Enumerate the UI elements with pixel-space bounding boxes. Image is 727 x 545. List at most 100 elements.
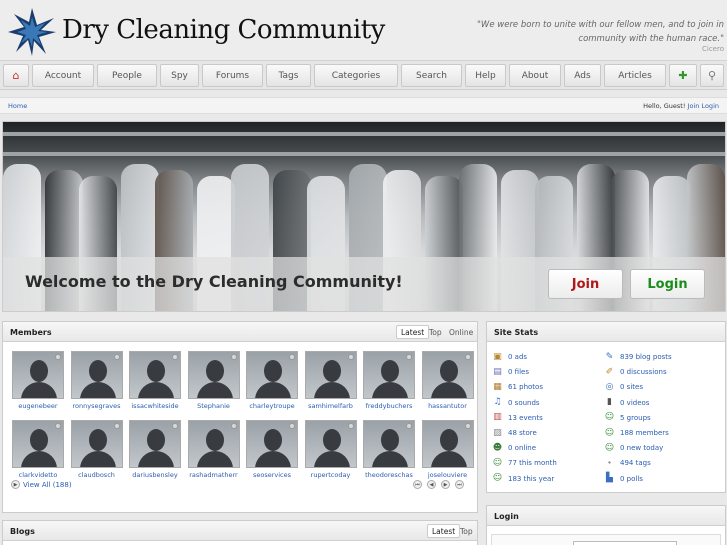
member-avatar[interactable] [246, 351, 298, 399]
member-name[interactable]: ronnysegraves [69, 402, 125, 410]
stat-online[interactable]: ☻ 0 online [492, 442, 536, 454]
stat-groups[interactable]: ☺ 5 groups [604, 412, 651, 424]
previous-page-icon[interactable]: ◀ [427, 480, 436, 489]
stat-this-year[interactable]: ☺ 183 this year [492, 473, 554, 485]
member-name[interactable]: joselouviere [420, 471, 476, 479]
nav-search[interactable]: Search [401, 64, 462, 87]
stat-events[interactable]: ▥ 13 events [492, 412, 543, 424]
hero-login-button[interactable]: Login [630, 269, 705, 299]
stat-polls[interactable]: ▙ 0 polls [604, 473, 643, 485]
next-page-icon[interactable]: ▶ [441, 480, 450, 489]
stat-store[interactable]: ▨ 48 store [492, 427, 537, 439]
member-avatar[interactable] [70, 351, 123, 399]
magnifier-icon[interactable]: ⚲ [700, 64, 724, 87]
view-all-label[interactable]: View All (188) [23, 481, 72, 489]
member-avatar[interactable] [304, 420, 357, 468]
members-tab-top[interactable]: Top [425, 325, 446, 339]
member-card[interactable]: theodoreschas [363, 420, 415, 480]
stat-label[interactable]: 839 blog posts [620, 353, 672, 361]
member-avatar[interactable] [363, 420, 415, 468]
stat-discussions[interactable]: ✐ 0 discussions [604, 366, 667, 378]
stat-label[interactable]: 61 photos [508, 383, 543, 391]
member-name[interactable]: issacwhiteside [127, 402, 183, 410]
member-card[interactable]: issacwhiteside [129, 351, 181, 411]
header-join-link[interactable]: Join [688, 102, 700, 110]
member-avatar[interactable] [70, 420, 123, 468]
member-name[interactable]: hassantutor [420, 402, 476, 410]
stat-label[interactable]: 0 videos [620, 399, 649, 407]
member-avatar[interactable] [421, 420, 474, 468]
stat-members[interactable]: ☺ 188 members [604, 427, 669, 439]
stat-files[interactable]: ▤ 0 files [492, 366, 529, 378]
member-card[interactable]: eugenebeer [12, 351, 64, 411]
stat-label[interactable]: 0 files [508, 368, 529, 376]
header-login-link[interactable]: Login [701, 102, 719, 110]
add-icon[interactable]: ✚ [669, 64, 697, 87]
stat-label[interactable]: 13 events [508, 414, 543, 422]
blogs-tab-top[interactable]: Top [456, 524, 477, 538]
nav-ads[interactable]: Ads [564, 64, 601, 87]
member-name[interactable]: theodoreschas [361, 471, 417, 479]
member-card[interactable]: clarkvidetto [12, 420, 64, 480]
member-avatar[interactable] [187, 351, 240, 399]
member-card[interactable]: charleytroupe [246, 351, 298, 411]
last-page-icon[interactable]: ⏭ [455, 480, 464, 489]
site-title[interactable]: Dry Cleaning Community [62, 15, 385, 45]
member-name[interactable]: claudbosch [69, 471, 125, 479]
member-name[interactable]: charleytroupe [244, 402, 300, 410]
member-card[interactable]: dariusbensley [129, 420, 181, 480]
view-all-members[interactable]: ▶ View All (188) [11, 480, 72, 489]
stat-label[interactable]: 0 sites [620, 383, 643, 391]
login-username-field[interactable] [573, 541, 677, 545]
nav-about[interactable]: About [509, 64, 561, 87]
stat-label[interactable]: 494 tags [620, 459, 651, 467]
stat-label[interactable]: 183 this year [508, 475, 554, 483]
member-card[interactable]: freddybuchers [363, 351, 415, 411]
breadcrumb-home[interactable]: Home [8, 102, 27, 110]
stat-label[interactable]: 0 sounds [508, 399, 540, 407]
member-card[interactable]: joselouviere [420, 420, 476, 480]
stat-label[interactable]: 188 members [620, 429, 669, 437]
member-avatar[interactable] [421, 351, 474, 399]
stat-new-today[interactable]: ☺ 0 new today [604, 442, 663, 454]
member-avatar[interactable] [12, 351, 64, 399]
member-card[interactable]: rashadmatherr [186, 420, 242, 480]
member-name[interactable]: rupertcoday [303, 471, 359, 479]
stat-label[interactable]: 0 polls [620, 475, 643, 483]
member-card[interactable]: claudbosch [69, 420, 125, 480]
first-page-icon[interactable]: ⏮ [413, 480, 422, 489]
member-name[interactable]: rashadmatherr [186, 471, 242, 479]
nav-help[interactable]: Help [465, 64, 506, 87]
member-card[interactable]: ronnysegraves [69, 351, 125, 411]
member-name[interactable]: Stephanie [186, 402, 242, 410]
member-name[interactable]: seoservices [244, 471, 300, 479]
nav-spy[interactable]: Spy [160, 64, 199, 87]
member-card[interactable]: hassantutor [420, 351, 476, 411]
member-name[interactable]: samhimelfarb [303, 402, 359, 410]
nav-categories[interactable]: Categories [314, 64, 398, 87]
nav-articles[interactable]: Articles [604, 64, 666, 87]
stat-label[interactable]: 0 new today [620, 444, 663, 452]
nav-people[interactable]: People [97, 64, 157, 87]
stat-sounds[interactable]: ♫ 0 sounds [492, 397, 540, 409]
member-card[interactable]: Stephanie [186, 351, 242, 411]
member-card[interactable]: seoservices [246, 420, 298, 480]
stat-this-month[interactable]: ☺ 77 this month [492, 457, 557, 469]
member-avatar[interactable] [246, 420, 298, 468]
member-avatar[interactable] [187, 420, 240, 468]
member-name[interactable]: clarkvidetto [10, 471, 66, 479]
member-avatar[interactable] [12, 420, 64, 468]
nav-tags[interactable]: Tags [266, 64, 311, 87]
members-tab-online[interactable]: Online [445, 325, 477, 339]
stat-label[interactable]: 77 this month [508, 459, 557, 467]
member-name[interactable]: dariusbensley [127, 471, 183, 479]
stat-label[interactable]: 0 online [508, 444, 536, 452]
stat-videos[interactable]: ▮ 0 videos [604, 397, 649, 409]
stat-ads[interactable]: ▣ 0 ads [492, 351, 527, 363]
stat-sites[interactable]: ◎ 0 sites [604, 381, 643, 393]
stat-blog-posts[interactable]: ✎ 839 blog posts [604, 351, 672, 363]
member-card[interactable]: rupertcoday [303, 420, 359, 480]
stat-photos[interactable]: ▦ 61 photos [492, 381, 543, 393]
member-avatar[interactable] [129, 420, 181, 468]
nav-forums[interactable]: Forums [202, 64, 263, 87]
